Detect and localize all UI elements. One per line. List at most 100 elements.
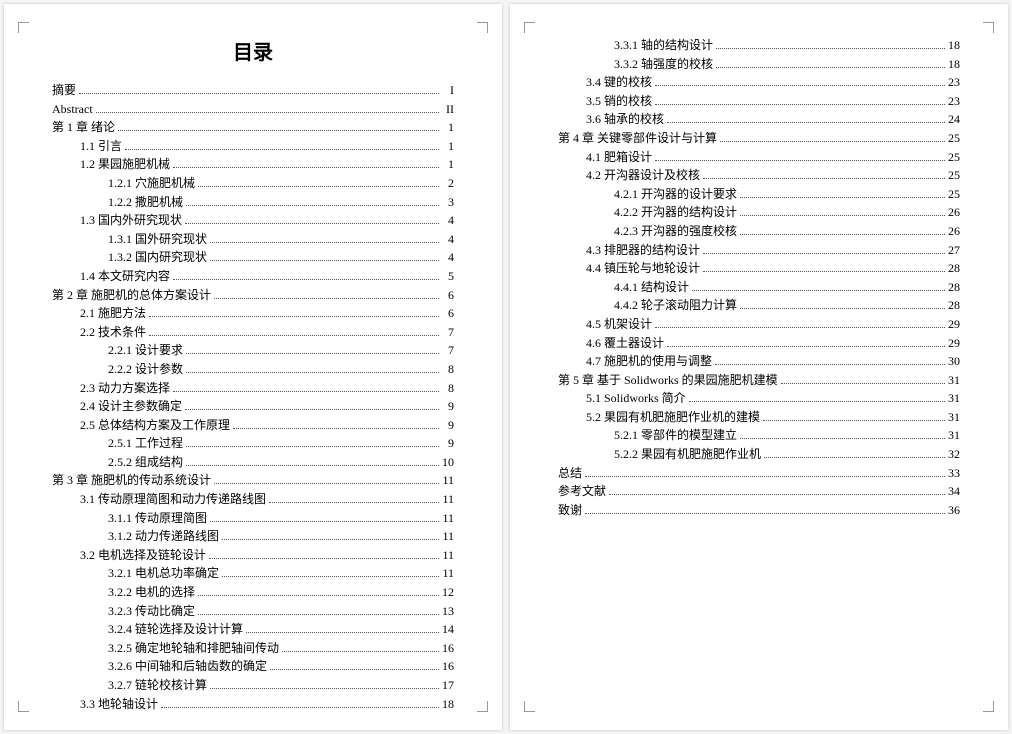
- toc-leader-dots: [703, 245, 945, 253]
- toc-entry: 4.5 机架设计 29: [558, 315, 960, 334]
- toc-entry-text: 1.2.1 穴施肥机械: [108, 174, 195, 193]
- toc-entry-text: 4.1 肥箱设计: [586, 148, 652, 167]
- crop-mark: [477, 701, 488, 712]
- toc-entry-page: 17: [442, 676, 454, 695]
- toc-entry-page: 8: [442, 360, 454, 379]
- toc-entry: 4.4.1 结构设计 28: [558, 278, 960, 297]
- toc-entry-text: 4.2.3 开沟器的强度校核: [614, 222, 737, 241]
- toc-entry-text: 第 1 章 绪论: [52, 118, 115, 137]
- toc-entry-page: 23: [948, 92, 960, 111]
- toc-leader-dots: [703, 171, 945, 179]
- toc-leader-dots: [210, 235, 439, 243]
- toc-entry-page: 29: [948, 315, 960, 334]
- toc-entry-text: 摘要: [52, 81, 76, 100]
- toc-entry: 3.2.6 中间轴和后轴齿数的确定16: [52, 657, 454, 676]
- toc-entry: 2.2 技术条件7: [52, 323, 454, 342]
- toc-leader-dots: [186, 439, 439, 447]
- toc-leader-dots: [689, 394, 945, 402]
- toc-entry-page: 6: [442, 304, 454, 323]
- toc-leader-dots: [703, 264, 945, 272]
- toc-leader-dots: [764, 450, 945, 458]
- toc-entry-text: 3.2.3 传动比确定: [108, 602, 195, 621]
- toc-entry: 3.1 传动原理简图和动力传递路线图11: [52, 490, 454, 509]
- toc-entry: 第 1 章 绪论1: [52, 118, 454, 137]
- toc-entry-text: 3.3.1 轴的结构设计: [614, 36, 713, 55]
- toc-leader-dots: [282, 644, 439, 652]
- toc-entry-page: 25: [948, 185, 960, 204]
- toc-entry: 第 4 章 关键零部件设计与计算25: [558, 129, 960, 148]
- toc-leader-dots: [715, 357, 945, 365]
- crop-mark: [18, 22, 29, 33]
- toc-entry-text: 5.2 果园有机肥施肥作业机的建模: [586, 408, 760, 427]
- toc-entry: 2.5.1 工作过程9: [52, 434, 454, 453]
- toc-entry-page: 36: [948, 501, 960, 520]
- toc-entry-text: 1.3 国内外研究现状: [80, 211, 182, 230]
- toc-entry-page: 27: [948, 241, 960, 260]
- toc-entry: 3.3.2 轴强度的校核18: [558, 55, 960, 74]
- toc-entry-page: 18: [442, 695, 454, 714]
- toc-entry-page: 18: [948, 36, 960, 55]
- toc-leader-dots: [655, 320, 945, 328]
- toc-entry: 4.3 排肥器的结构设计27: [558, 241, 960, 260]
- toc-entry-text: 4.4.2 轮子滚动阻力计算: [614, 296, 737, 315]
- left-page: 目录 摘要IAbstractII第 1 章 绪论11.1 引言11.2 果园施肥…: [4, 4, 502, 730]
- toc-entry-page: 4: [442, 248, 454, 267]
- toc-entry-page: 31: [948, 389, 960, 408]
- toc-leader-dots: [585, 468, 945, 476]
- toc-leader-dots: [222, 569, 439, 577]
- toc-entry-text: 1.3.1 国外研究现状: [108, 230, 207, 249]
- toc-entry-page: 28: [948, 259, 960, 278]
- crop-mark: [983, 701, 994, 712]
- toc-list-right: 3.3.1 轴的结构设计183.3.2 轴强度的校核183.4 键的校核233.…: [558, 36, 960, 519]
- toc-entry-text: 4.2.1 开沟器的设计要求: [614, 185, 737, 204]
- toc-leader-dots: [233, 421, 439, 429]
- toc-entry: 第 2 章 施肥机的总体方案设计6: [52, 286, 454, 305]
- crop-mark: [477, 22, 488, 33]
- toc-entry-page: 29: [948, 334, 960, 353]
- toc-leader-dots: [716, 41, 945, 49]
- toc-entry: 2.1 施肥方法6: [52, 304, 454, 323]
- toc-entry-text: 第 2 章 施肥机的总体方案设计: [52, 286, 211, 305]
- toc-leader-dots: [269, 495, 439, 503]
- toc-entry-text: 2.4 设计主参数确定: [80, 397, 182, 416]
- toc-leader-dots: [173, 383, 439, 391]
- toc-leader-dots: [186, 346, 439, 354]
- toc-entry: 5.2 果园有机肥施肥作业机的建模31: [558, 408, 960, 427]
- toc-entry-text: 参考文献: [558, 482, 606, 501]
- toc-entry-text: 4.4.1 结构设计: [614, 278, 689, 297]
- page-spread: 目录 摘要IAbstractII第 1 章 绪论11.1 引言11.2 果园施肥…: [0, 0, 1012, 734]
- toc-entry: 3.3.1 轴的结构设计 18: [558, 36, 960, 55]
- toc-entry: 5.2.2 果园有机肥施肥作业机32: [558, 445, 960, 464]
- toc-entry-text: 4.2.2 开沟器的结构设计: [614, 203, 737, 222]
- toc-entry: 3.2.4 链轮选择及设计计算14: [52, 620, 454, 639]
- toc-entry-page: 33: [948, 464, 960, 483]
- toc-entry: 3.2.2 电机的选择12: [52, 583, 454, 602]
- toc-entry-text: 4.2 开沟器设计及校核: [586, 166, 700, 185]
- toc-entry: 3.6 轴承的校核24: [558, 110, 960, 129]
- crop-mark: [524, 701, 535, 712]
- toc-entry: 4.1 肥箱设计25: [558, 148, 960, 167]
- toc-entry-page: 8: [442, 379, 454, 398]
- toc-entry-text: 1.4 本文研究内容: [80, 267, 170, 286]
- toc-entry-page: 14: [442, 620, 454, 639]
- toc-entry-page: 7: [442, 341, 454, 360]
- toc-leader-dots: [96, 104, 439, 112]
- toc-entry-page: 12: [442, 583, 454, 602]
- toc-leader-dots: [720, 134, 945, 142]
- toc-leader-dots: [740, 208, 945, 216]
- toc-entry-text: 4.7 施肥机的使用与调整: [586, 352, 712, 371]
- toc-leader-dots: [186, 197, 439, 205]
- toc-entry-page: 28: [948, 278, 960, 297]
- toc-leader-dots: [118, 123, 439, 131]
- toc-leader-dots: [149, 328, 439, 336]
- toc-entry-text: 第 3 章 施肥机的传动系统设计: [52, 471, 211, 490]
- toc-entry-text: 4.5 机架设计: [586, 315, 652, 334]
- toc-entry-page: 24: [948, 110, 960, 129]
- toc-entry: 3.2.1 电机总功率确定11: [52, 564, 454, 583]
- toc-entry: 3.2.5 确定地轮轴和排肥轴间传动16: [52, 639, 454, 658]
- toc-leader-dots: [161, 699, 439, 707]
- toc-leader-dots: [655, 152, 945, 160]
- toc-leader-dots: [149, 309, 439, 317]
- toc-entry-text: Abstract: [52, 100, 93, 119]
- toc-entry-page: 5: [442, 267, 454, 286]
